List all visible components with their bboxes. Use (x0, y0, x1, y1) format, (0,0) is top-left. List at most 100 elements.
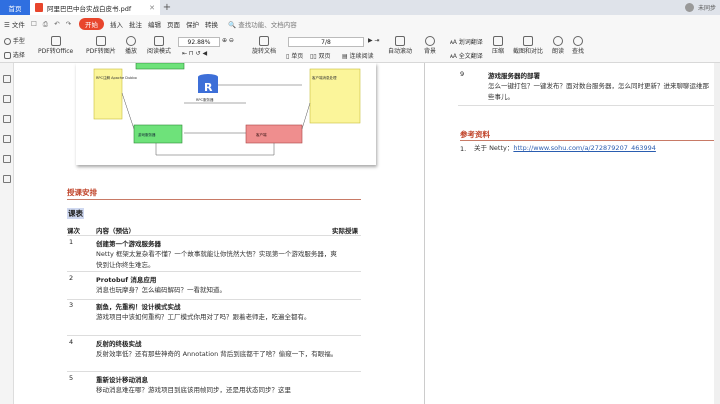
play-button[interactable]: 播放 (125, 36, 137, 55)
read-aloud-button[interactable]: 朗读 (552, 36, 564, 55)
reference-prefix: 关于 Netty： (474, 144, 514, 152)
pdf-to-office-label: PDF转Office (38, 48, 74, 55)
single-page-button[interactable]: ▯ 单页 (286, 51, 303, 60)
menu-annotate[interactable]: 批注 (129, 19, 142, 29)
compress-button[interactable]: 压缩 (492, 36, 504, 55)
menu-start[interactable]: 开始 (79, 18, 105, 30)
search-box[interactable]: 🔍 查找功能、文档内容 (228, 19, 297, 29)
scroll-icon (395, 36, 405, 46)
new-tab-button[interactable]: + (160, 0, 174, 15)
search-placeholder: 查找功能、文档内容 (238, 21, 297, 29)
bookmark-icon[interactable] (3, 75, 11, 83)
compress-label: 压缩 (492, 48, 505, 55)
row-title: 重新设计移动消息 (96, 376, 148, 384)
eye-icon (425, 36, 435, 46)
sync-status[interactable]: 未同步 (684, 0, 720, 15)
full-translate-button[interactable]: 🗚 全文翻译 (450, 51, 483, 61)
auto-scroll-button[interactable]: 自动滚动 (388, 36, 412, 55)
reference-link[interactable]: http://www.sohu.com/a/272879207_463994 (513, 144, 656, 152)
attachment-icon[interactable] (3, 155, 11, 163)
find-button[interactable]: 查找 (572, 36, 584, 55)
cloud-icon (684, 3, 694, 12)
compress-icon (493, 36, 503, 46)
signature-icon[interactable] (3, 175, 11, 183)
thumbnail-icon[interactable] (3, 95, 11, 103)
header-actual: 实际授课 (332, 227, 358, 235)
rotate-icon (259, 36, 269, 46)
image-icon (95, 36, 106, 46)
select-label: 选择 (12, 52, 25, 59)
background-button[interactable]: 背景 (424, 36, 436, 55)
table-label: 课表 (67, 208, 84, 219)
diagram-box-top (135, 63, 185, 70)
read-aloud-label: 朗读 (552, 48, 565, 55)
row-divider (67, 271, 361, 272)
pdf-to-image-button[interactable]: PDF转图片 (86, 36, 116, 55)
redis-logo: R (204, 81, 213, 94)
hand-tool[interactable]: 手型 (4, 36, 25, 45)
full-translate-label: 全文翻译 (458, 53, 483, 60)
rotate-label: 旋转文档 (252, 48, 277, 55)
table-rule (67, 235, 361, 236)
screenshot-label: 截图和对比 (513, 48, 544, 55)
play-icon (126, 36, 136, 46)
annotation-icon[interactable] (3, 115, 11, 123)
menu-file[interactable]: ☰ 文件 (4, 19, 25, 29)
next-page-icon[interactable]: ▶ ⇥ (368, 37, 380, 44)
tab-document[interactable]: 阿里巴巴中台实战白皮书.pdf ✕ (30, 0, 160, 15)
page-divider (424, 63, 425, 404)
tab-bar: 首页 阿里巴巴中台实战白皮书.pdf ✕ + 未同步 (0, 0, 720, 15)
tab-home[interactable]: 首页 (0, 0, 30, 15)
quick-access-toolbar[interactable]: ☐ ⎙ ↶ ↷ (31, 20, 73, 29)
continuous-read-label: 连续阅读 (349, 53, 374, 60)
header-content: 内容（预估） (96, 227, 135, 235)
double-page-label: 双页 (318, 53, 331, 60)
menu-insert[interactable]: 插入 (110, 19, 123, 29)
menu-page[interactable]: 页面 (167, 19, 180, 29)
tab-home-label: 首页 (8, 4, 22, 13)
diagram-db-label: RPC服务器 (196, 97, 214, 102)
page-nav-icons[interactable]: ⇤ ⊓ ↺ ◀ (182, 50, 207, 57)
row-description: Netty 框架太复杂看不懂？一个故事就能让你恍然大悟？实现第一个游戏服务器，爽… (96, 250, 337, 269)
pdf-office-icon (50, 36, 61, 46)
page-number-input[interactable]: 7/8 (288, 37, 364, 47)
document-view[interactable]: RPC注解 Apache Dubbo 游戏服务器 R RPC服务器 客户端消息处… (14, 63, 720, 404)
diagram-box-red-label: 客户端 (256, 132, 267, 137)
zoom-in-icon[interactable]: ⊕ ⊖ (222, 37, 234, 44)
read-mode-button[interactable]: 阅读模式 (147, 36, 171, 55)
search-panel-icon[interactable] (3, 135, 11, 143)
continuous-read-button[interactable]: ▤ 连续阅读 (342, 51, 374, 60)
ribbon-toolbar: 手型 选择 PDF转Office PDF转图片 播放 阅读模式 92.88% ⊕… (0, 33, 720, 63)
cursor-icon (4, 52, 11, 59)
row-number: 4 (69, 338, 74, 346)
play-label: 播放 (125, 48, 138, 55)
pdf-to-image-label: PDF转图片 (86, 48, 116, 55)
row-title: 反射的终极实战 (96, 340, 142, 348)
translate-button[interactable]: 🗚 划词翻译 (450, 37, 483, 47)
references-title: 参考资料 (460, 130, 490, 139)
left-sidebar (0, 63, 14, 404)
row-title: 创建第一个游戏服务器 (96, 240, 161, 248)
screenshot-button[interactable]: 截图和对比 (513, 36, 543, 55)
rotate-button[interactable]: 旋转文档 (252, 36, 276, 55)
close-icon[interactable]: ✕ (149, 4, 155, 12)
menu-bar: ☰ 文件 ☐ ⎙ ↶ ↷ 开始 插入 批注 编辑 页面 保护 转换 🔍 查找功能… (0, 15, 720, 33)
pdf-to-office-button[interactable]: PDF转Office (38, 36, 73, 55)
screenshot-icon (523, 36, 533, 46)
row-description: 移动消息难在哪？游戏项目到底该用帧同步，还是用状态同步？这里 (96, 386, 291, 394)
menu-protect[interactable]: 保护 (186, 19, 199, 29)
search-icon (573, 36, 583, 46)
diagram-note-left-text: RPC注解 Apache Dubbo (96, 75, 137, 80)
row-description: 反射效率低？还有那些神奇的 Annotation 背后到底都干了啥？偷窥一下，有… (96, 350, 338, 358)
menu-convert[interactable]: 转换 (205, 19, 218, 29)
zoom-input[interactable]: 92.88% (178, 37, 220, 47)
double-page-button[interactable]: ▯▯ 双页 (310, 51, 331, 60)
menu-edit[interactable]: 编辑 (148, 19, 161, 29)
find-label: 查找 (572, 48, 585, 55)
scrollbar-track[interactable] (714, 63, 720, 404)
select-tool[interactable]: 选择 (4, 50, 25, 59)
row-divider (67, 371, 361, 372)
read-mode-label: 阅读模式 (147, 48, 172, 55)
sync-status-label: 未同步 (697, 5, 716, 12)
row-title: 游戏服务器的部署 (488, 72, 540, 80)
